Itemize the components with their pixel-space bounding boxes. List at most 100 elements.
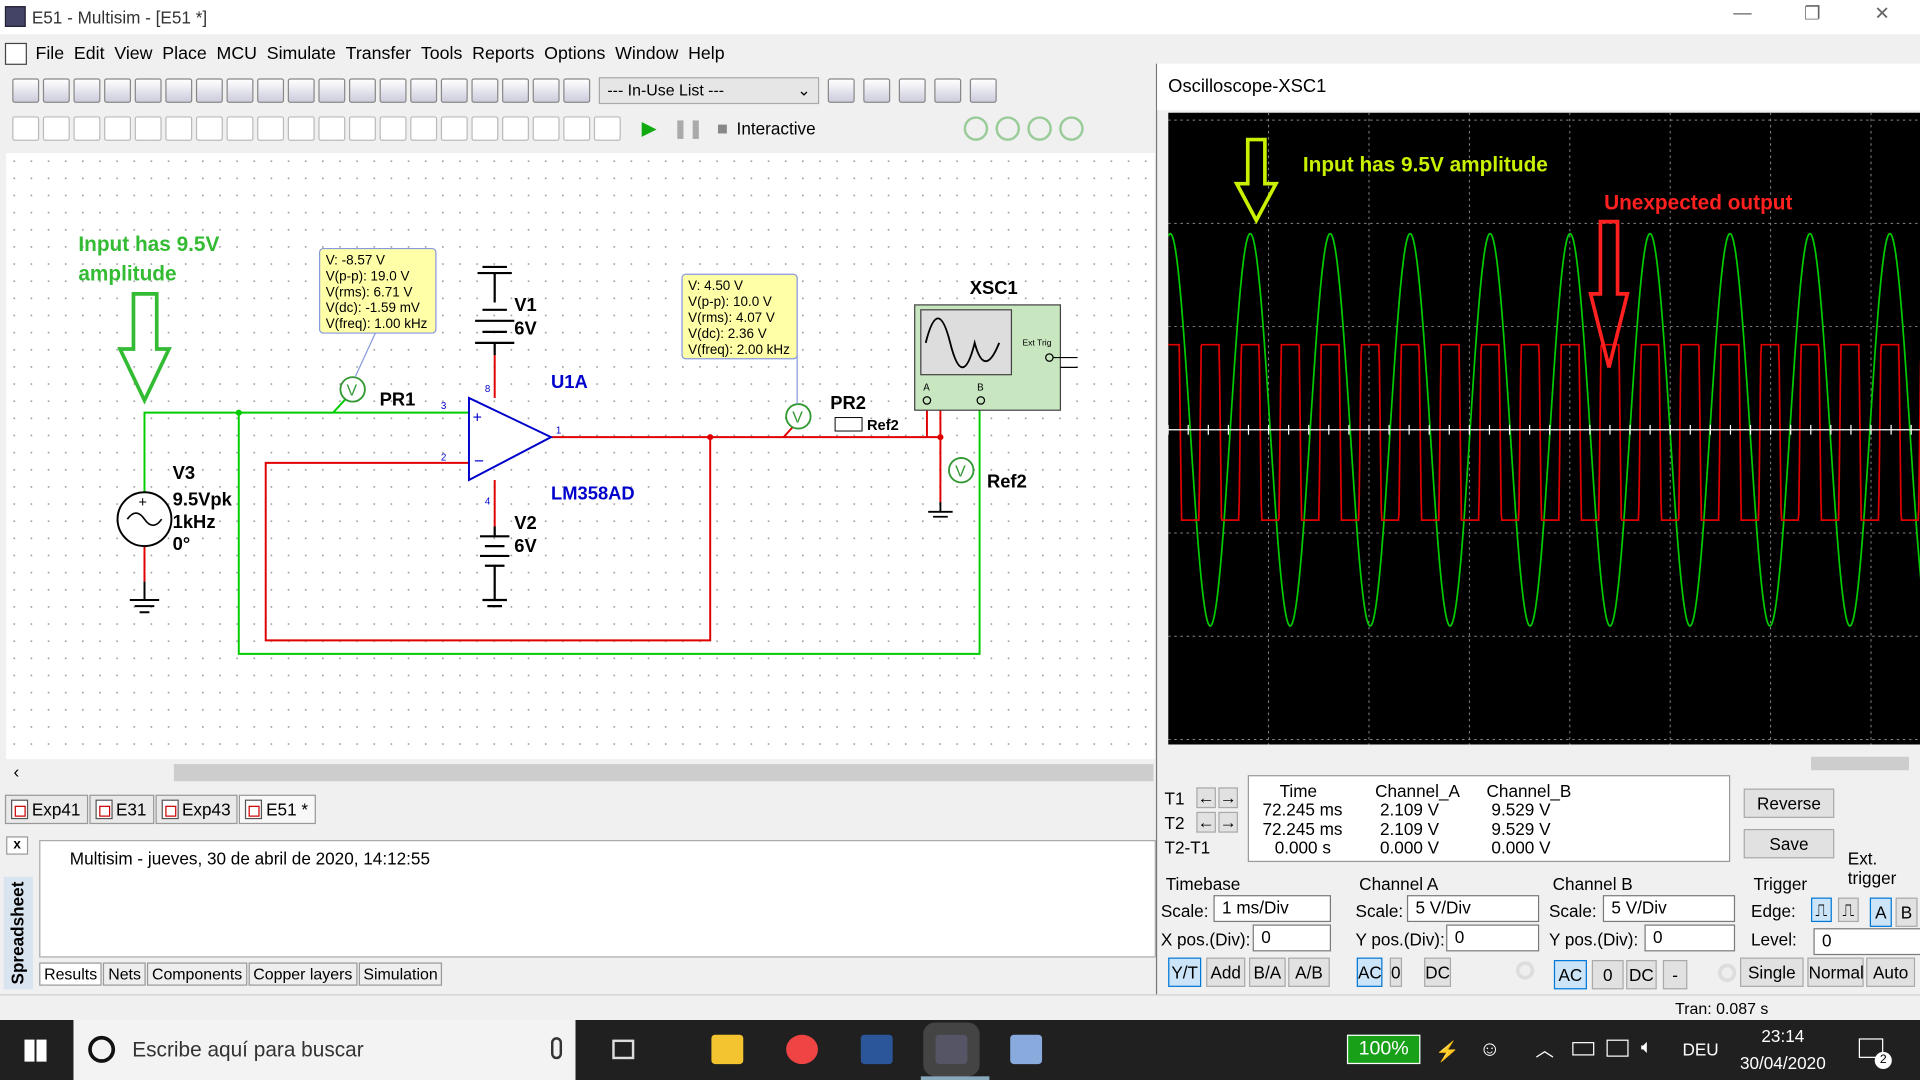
sheet-tab-simulation[interactable]: Simulation bbox=[358, 962, 443, 986]
channel-a-ypos-field[interactable]: 0 bbox=[1446, 924, 1540, 952]
battery-icon[interactable] bbox=[1572, 1042, 1595, 1056]
windows-start-icon[interactable] bbox=[24, 1039, 47, 1062]
in-use-icon[interactable] bbox=[563, 78, 591, 103]
task-view-icon[interactable] bbox=[612, 1039, 635, 1060]
save-button[interactable]: Save bbox=[1743, 828, 1835, 859]
spreadsheet-close-button[interactable]: x bbox=[6, 836, 29, 855]
power-icon[interactable] bbox=[318, 116, 346, 141]
diff-probe-icon[interactable] bbox=[1059, 116, 1084, 141]
menu-reports[interactable]: Reports bbox=[472, 44, 534, 64]
trigger-source-b[interactable]: B bbox=[1895, 897, 1918, 927]
sheet-tab-results[interactable]: Results bbox=[39, 962, 103, 986]
show-hidden-icons-icon[interactable]: ︿ bbox=[1536, 1037, 1554, 1063]
scroll-left-icon[interactable]: ‹ bbox=[13, 762, 19, 782]
power-probe-icon[interactable] bbox=[1027, 116, 1052, 141]
mixed-icon[interactable] bbox=[257, 116, 285, 141]
falling-edge-icon[interactable]: ⎍ bbox=[1837, 897, 1859, 923]
cmos-icon[interactable] bbox=[195, 116, 223, 141]
clock-date[interactable]: 30/04/2020 bbox=[1734, 1053, 1832, 1073]
trigger-source-a[interactable]: A bbox=[1869, 897, 1892, 927]
spreadsheet-dock-tab[interactable]: Spreadsheet bbox=[3, 876, 34, 990]
zoom-icon[interactable] bbox=[969, 78, 997, 103]
battery-percentage[interactable]: 100% bbox=[1346, 1034, 1421, 1065]
stop-icon[interactable]: ■ bbox=[717, 118, 728, 139]
menu-place[interactable]: Place bbox=[162, 44, 206, 64]
rising-edge-icon[interactable]: ⎍ bbox=[1811, 897, 1832, 923]
volume-icon[interactable]: 🔈︎ bbox=[1641, 1037, 1653, 1059]
redo-icon[interactable] bbox=[318, 78, 346, 103]
scope-scrollbar[interactable] bbox=[1159, 754, 1920, 773]
chb-coupling-0[interactable]: AC bbox=[1553, 960, 1587, 990]
t2-right-arrow-icon[interactable]: → bbox=[1218, 811, 1238, 833]
menu-simulate[interactable]: Simulate bbox=[267, 44, 336, 64]
open-icon[interactable] bbox=[42, 78, 70, 103]
chrome-icon[interactable] bbox=[786, 1034, 818, 1065]
in-use-list-dropdown[interactable]: --- In-Use List --- ⌄ bbox=[598, 77, 820, 105]
bus-icon[interactable] bbox=[593, 116, 621, 141]
postprocessor-icon[interactable] bbox=[471, 78, 499, 103]
channel-a-color-radio[interactable] bbox=[1515, 961, 1535, 980]
menu-window[interactable]: Window bbox=[615, 44, 678, 64]
menu-view[interactable]: View bbox=[114, 44, 152, 64]
doc-tab-exp43[interactable]: Exp43 bbox=[155, 794, 238, 825]
electromech-icon[interactable] bbox=[440, 116, 468, 141]
sim-icon[interactable] bbox=[410, 78, 438, 103]
hierarchical-icon[interactable] bbox=[563, 116, 591, 141]
t2-left-arrow-icon[interactable]: ← bbox=[1196, 811, 1216, 833]
mode-y-t-button[interactable]: Y/T bbox=[1168, 957, 1202, 987]
probe-pr1[interactable]: V bbox=[339, 376, 366, 403]
trigger-auto-button[interactable]: Auto bbox=[1866, 957, 1916, 987]
menu-file[interactable]: File bbox=[36, 44, 65, 64]
scope-screen[interactable]: Input has 9.5V amplitude Unexpected outp… bbox=[1168, 112, 1920, 745]
scrollbar-thumb[interactable] bbox=[173, 764, 1154, 782]
basic-icon[interactable] bbox=[42, 116, 70, 141]
doc-tab-e31[interactable]: E31 bbox=[89, 794, 154, 825]
copy-icon[interactable] bbox=[226, 78, 254, 103]
t1-left-arrow-icon[interactable]: ← bbox=[1196, 787, 1216, 809]
restore-button[interactable]: ❐ bbox=[1784, 2, 1840, 31]
diode-icon[interactable] bbox=[73, 116, 101, 141]
undo-icon[interactable] bbox=[287, 78, 315, 103]
search-box[interactable]: Escribe aquí para buscar bbox=[73, 1020, 576, 1080]
voltage-probe-icon[interactable] bbox=[963, 116, 989, 141]
menu-edit[interactable]: Edit bbox=[74, 44, 105, 64]
paste-icon[interactable] bbox=[257, 78, 285, 103]
transistor-icon[interactable] bbox=[104, 116, 132, 141]
multisim-icon[interactable] bbox=[935, 1034, 968, 1065]
back-annotate-icon[interactable] bbox=[863, 78, 891, 103]
menu-tools[interactable]: Tools bbox=[421, 44, 462, 64]
pause-icon[interactable]: ❚❚ bbox=[673, 118, 704, 140]
chb-coupling-3[interactable]: - bbox=[1662, 960, 1688, 990]
paint-icon[interactable] bbox=[1010, 1034, 1043, 1065]
forward-annotate-icon[interactable] bbox=[898, 78, 926, 103]
channel-b-scale-field[interactable]: 5 V/Div bbox=[1602, 895, 1736, 923]
erc-icon[interactable] bbox=[827, 78, 855, 103]
open-sample-icon[interactable] bbox=[73, 78, 101, 103]
transfer-icon[interactable] bbox=[934, 78, 962, 103]
t1-right-arrow-icon[interactable]: → bbox=[1218, 787, 1238, 809]
channel-b-ypos-field[interactable]: 0 bbox=[1644, 924, 1736, 952]
spreadsheet-icon[interactable] bbox=[379, 78, 407, 103]
advanced-periph-icon[interactable] bbox=[379, 116, 407, 141]
print-icon[interactable] bbox=[134, 78, 162, 103]
doc-tab-exp41[interactable]: Exp41 bbox=[4, 794, 88, 825]
people-icon[interactable]: ☺ bbox=[1479, 1037, 1500, 1061]
misc-icon[interactable] bbox=[348, 116, 376, 141]
ni-icon[interactable] bbox=[471, 116, 499, 141]
toggle-design-toolbox-icon[interactable] bbox=[348, 78, 376, 103]
trigger-normal-button[interactable]: Normal bbox=[1807, 957, 1864, 987]
interactive-mode-button[interactable]: Interactive bbox=[737, 119, 816, 139]
indicator-icon[interactable] bbox=[287, 116, 315, 141]
file-explorer-icon[interactable] bbox=[711, 1034, 744, 1065]
doc-tab-e51[interactable]: E51 * bbox=[239, 794, 316, 825]
close-button[interactable]: ✕ bbox=[1854, 2, 1910, 31]
channel-a-scale-field[interactable]: 5 V/Div bbox=[1406, 895, 1540, 923]
current-probe-icon[interactable] bbox=[995, 116, 1021, 141]
mode-add-button[interactable]: Add bbox=[1206, 957, 1246, 987]
source-icon[interactable] bbox=[12, 116, 40, 141]
probe-ref2[interactable]: V bbox=[948, 457, 975, 484]
new-icon[interactable] bbox=[12, 78, 40, 103]
power-plug-icon[interactable]: ⚡ bbox=[1435, 1040, 1459, 1064]
run-icon[interactable]: ▶ bbox=[642, 116, 657, 140]
menu-help[interactable]: Help bbox=[688, 44, 725, 64]
